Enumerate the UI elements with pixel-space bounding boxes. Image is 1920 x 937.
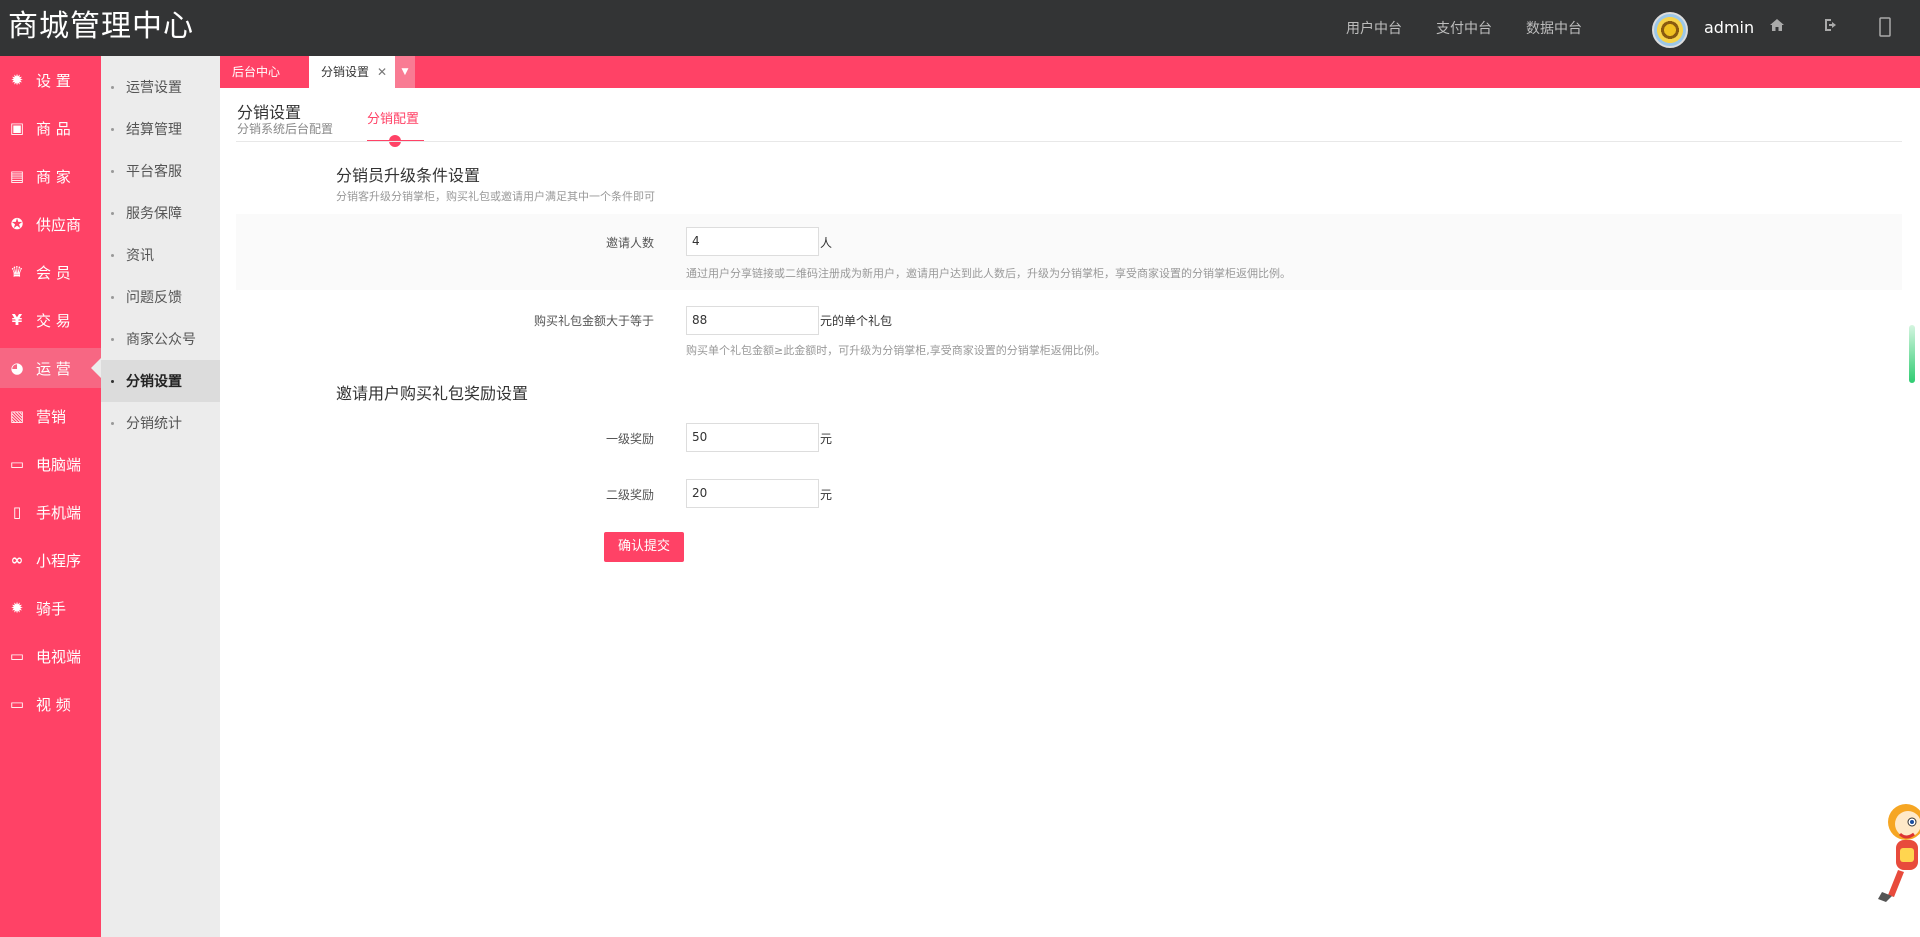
sidebar-item-tv[interactable]: ▭ 电视端	[0, 636, 101, 676]
subnav-item-news[interactable]: 资讯	[101, 234, 220, 276]
close-icon[interactable]: ✕	[377, 56, 387, 88]
subnav-item-settlement[interactable]: 结算管理	[101, 108, 220, 150]
level2-reward-unit: 元	[820, 488, 833, 502]
topnav-payment-center[interactable]: 支付中台	[1436, 18, 1492, 38]
sidebar-item-miniprogram[interactable]: ∞ 小程序	[0, 540, 101, 580]
top-nav: 用户中台 支付中台 数据中台	[1346, 0, 1616, 56]
section-upgrade-desc: 分销客升级分销掌柜，购买礼包或邀请用户满足其中一个条件即可	[336, 190, 655, 203]
pie-chart-icon: ◕	[10, 359, 24, 377]
page-subtitle: 分销系统后台配置	[237, 122, 334, 136]
gift-amount-unit: 元的单个礼包	[820, 314, 893, 328]
gift-amount-hint: 购买单个礼包金额≥此金额时，可升级为分销掌柜,享受商家设置的分销掌柜返佣比例。	[686, 344, 1106, 357]
sidebar-item-operation[interactable]: ◕ 运 营	[0, 348, 101, 388]
tab-distribution-settings[interactable]: 分销设置 ✕	[309, 56, 395, 88]
monitor-icon: ▭	[9, 455, 25, 473]
subnav-item-feedback[interactable]: 问题反馈	[101, 276, 220, 318]
subnav-item-operation-settings[interactable]: 运营设置	[101, 66, 220, 108]
medal-icon: ✪	[10, 215, 24, 233]
username[interactable]: admin	[1704, 18, 1754, 37]
sidebar-item-settings[interactable]: ✹ 设 置	[0, 60, 101, 100]
invite-count-hint: 通过用户分享链接或二维码注册成为新用户，邀请用户达到此人数后，升级为分销掌柜，享…	[686, 267, 1291, 280]
topnav-user-center[interactable]: 用户中台	[1346, 18, 1402, 38]
tab-dropdown-icon[interactable]: ▼	[395, 56, 415, 88]
level1-reward-label: 一级奖励	[605, 432, 654, 446]
monitor-icon: ▭	[9, 647, 25, 665]
main-sidebar: ✹ 设 置 ▣ 商 品 ▤ 商 家 ✪ 供应商 ♛ 会 员 ¥ 交 易 ◕ 运 营 ▧ 营销 ▭…	[0, 56, 101, 937]
sidebar-item-marketing[interactable]: ▧ 营销	[0, 396, 101, 436]
subnav-item-distribution-stats[interactable]: 分销统计	[101, 402, 220, 444]
sidebar-item-video[interactable]: ▭ 视 频	[0, 684, 101, 724]
section-upgrade-title: 分销员升级条件设置	[336, 166, 481, 185]
top-bar: 商城管理中心 用户中台 支付中台 数据中台 admin	[0, 0, 1920, 56]
invite-count-unit: 人	[820, 236, 833, 250]
section-reward-title: 邀请用户购买礼包奖励设置	[336, 384, 529, 403]
level2-reward-input[interactable]: 20	[686, 479, 819, 508]
level1-reward-input[interactable]: 50	[686, 423, 819, 452]
sidebar-item-pc[interactable]: ▭ 电脑端	[0, 444, 101, 484]
subnav-item-distribution-settings[interactable]: 分销设置	[101, 360, 220, 402]
avatar[interactable]	[1652, 12, 1688, 48]
sidebar-item-rider[interactable]: ✹ 骑手	[0, 588, 101, 628]
scrollbar[interactable]	[1909, 325, 1915, 383]
bag-icon: ▣	[9, 119, 25, 137]
sidebar-item-member[interactable]: ♛ 会 员	[0, 252, 101, 292]
store-icon: ▤	[9, 167, 25, 185]
invite-count-input[interactable]: 4	[686, 227, 819, 256]
sub-sidebar: 运营设置 结算管理 平台客服 服务保障 资讯 问题反馈 商家公众号 分销设置 分…	[101, 56, 220, 937]
submit-button[interactable]: 确认提交	[604, 532, 684, 562]
yen-icon: ¥	[11, 311, 23, 329]
gear-icon: ✹	[10, 71, 24, 89]
topnav-data-center[interactable]: 数据中台	[1526, 18, 1582, 38]
divider	[236, 141, 1902, 142]
level1-reward-unit: 元	[820, 432, 833, 446]
fullscreen-icon[interactable]	[1875, 17, 1895, 37]
sidebar-item-supplier[interactable]: ✪ 供应商	[0, 204, 101, 244]
gift-amount-input[interactable]: 88	[686, 306, 819, 335]
sidebar-item-trade[interactable]: ¥ 交 易	[0, 300, 101, 340]
home-icon[interactable]	[1767, 17, 1787, 37]
logout-icon[interactable]	[1821, 17, 1841, 37]
mascot-image[interactable]	[1870, 800, 1920, 905]
coupon-icon: ▧	[9, 407, 25, 425]
crown-icon: ♛	[10, 263, 24, 281]
tab-home[interactable]: 后台中心	[220, 56, 310, 88]
app-title: 商城管理中心	[8, 9, 194, 44]
sidebar-item-goods[interactable]: ▣ 商 品	[0, 108, 101, 148]
phone-icon: ▯	[12, 503, 22, 521]
tab-bar: 后台中心 分销设置 ✕ ▼	[220, 56, 1920, 88]
subnav-item-service-guarantee[interactable]: 服务保障	[101, 192, 220, 234]
link-icon: ∞	[10, 551, 24, 569]
sidebar-item-mobile[interactable]: ▯ 手机端	[0, 492, 101, 532]
sidebar-item-merchant[interactable]: ▤ 商 家	[0, 156, 101, 196]
level2-reward-label: 二级奖励	[605, 488, 654, 502]
gear-icon: ✹	[10, 599, 24, 617]
subnav-item-customer-service[interactable]: 平台客服	[101, 150, 220, 192]
invite-count-label: 邀请人数	[605, 236, 654, 250]
gift-amount-label: 购买礼包金额大于等于	[533, 314, 654, 328]
monitor-icon: ▭	[9, 695, 25, 713]
subnav-item-official-account[interactable]: 商家公众号	[101, 318, 220, 360]
tab-distribution-config[interactable]: 分销配置	[367, 108, 419, 127]
